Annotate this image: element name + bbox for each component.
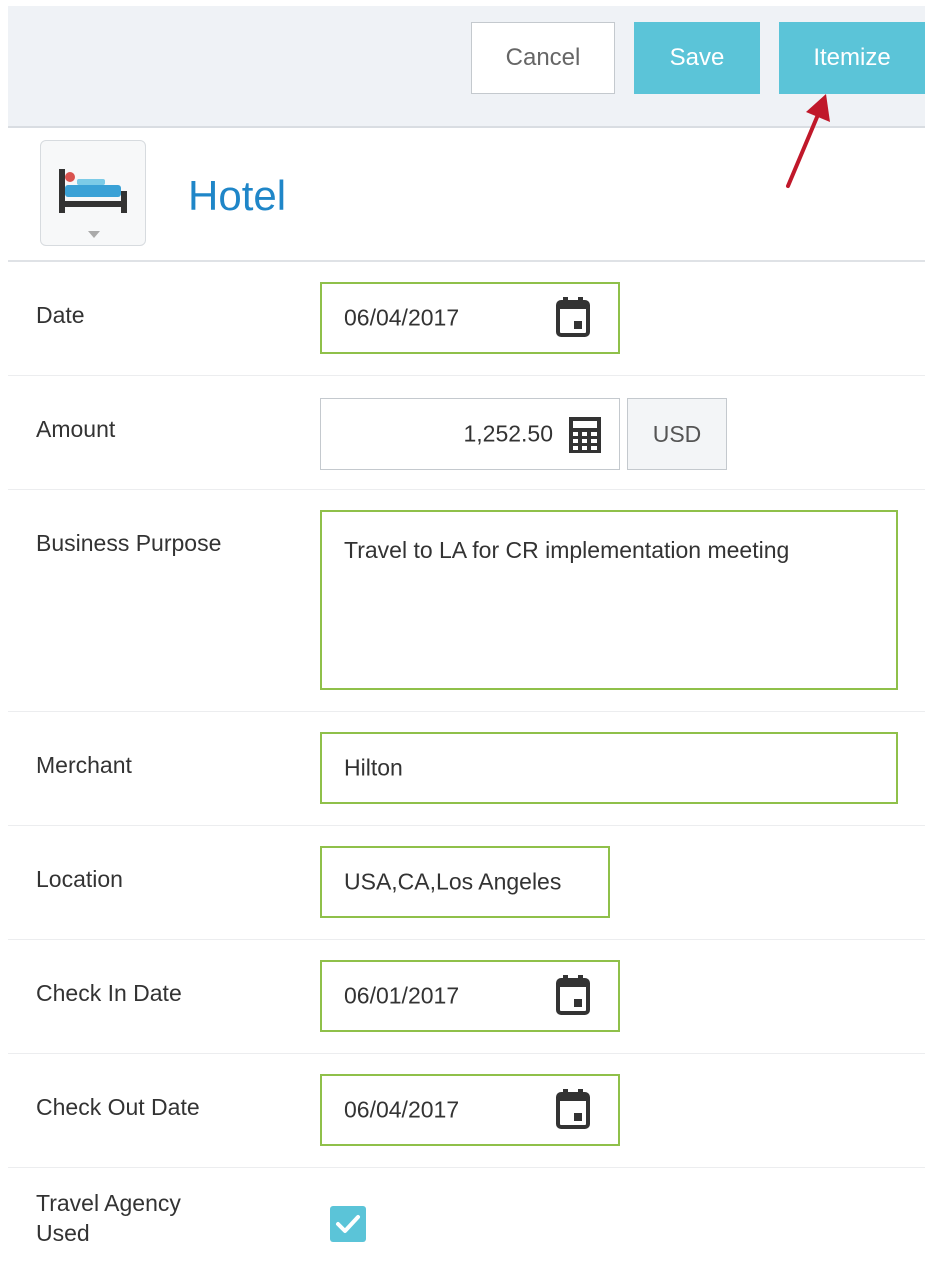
travel-agency-label: Travel Agency Used [36,1188,181,1248]
check-in-label: Check In Date [36,980,182,1006]
merchant-field[interactable]: Hilton [320,732,898,804]
date-label: Date [36,302,85,328]
location-field[interactable]: USA,CA,Los Angeles [320,846,610,918]
travel-agency-checkbox[interactable] [330,1206,366,1242]
date-field[interactable]: 06/04/2017 [320,282,620,354]
check-out-date-field[interactable]: 06/04/2017 [320,1074,620,1146]
form-row-date: Date 06/04/2017 [8,262,925,376]
form-row-business-purpose: Business Purpose Travel to LA for CR imp… [8,490,925,712]
amount-label: Amount [36,416,116,442]
form-row-location: Location USA,CA,Los Angeles [8,826,925,940]
check-out-value: 06/04/2017 [344,1096,460,1123]
itemize-button[interactable]: Itemize [779,22,925,94]
category-title: Hotel [188,172,287,219]
currency-selector[interactable]: USD [627,398,727,470]
form-row-check-out: Check Out Date 06/04/2017 [8,1054,925,1168]
travel-agency-label-line2: Used [36,1220,90,1246]
form-row-check-in: Check In Date 06/01/2017 [8,940,925,1054]
expense-header: Hotel [0,128,925,262]
category-picker[interactable] [40,140,146,246]
form-row-amount: Amount 1,252.50 USD [8,376,925,490]
merchant-label: Merchant [36,752,132,778]
cancel-button[interactable]: Cancel [471,22,615,94]
hotel-bed-icon [59,169,127,213]
check-out-label: Check Out Date [36,1094,200,1120]
amount-value: 1,252.50 [463,420,553,447]
calendar-icon[interactable] [556,297,590,337]
merchant-value: Hilton [344,754,403,781]
calculator-icon[interactable] [569,417,601,453]
business-purpose-label: Business Purpose [36,530,222,556]
location-label: Location [36,866,123,892]
chevron-down-icon [88,231,100,238]
business-purpose-textarea[interactable]: Travel to LA for CR implementation meeti… [320,510,898,690]
amount-input[interactable]: 1,252.50 [320,398,620,470]
save-button[interactable]: Save [634,22,760,94]
form-row-travel-agency: Travel Agency Used [8,1168,925,1270]
travel-agency-label-line1: Travel Agency [36,1190,181,1216]
calendar-icon[interactable] [556,975,590,1015]
form-row-merchant: Merchant Hilton [8,712,925,826]
business-purpose-value: Travel to LA for CR implementation meeti… [344,537,790,563]
check-in-date-field[interactable]: 06/01/2017 [320,960,620,1032]
date-value: 06/04/2017 [344,304,460,331]
calendar-icon[interactable] [556,1089,590,1129]
check-in-value: 06/01/2017 [344,982,460,1009]
location-value: USA,CA,Los Angeles [344,868,562,895]
